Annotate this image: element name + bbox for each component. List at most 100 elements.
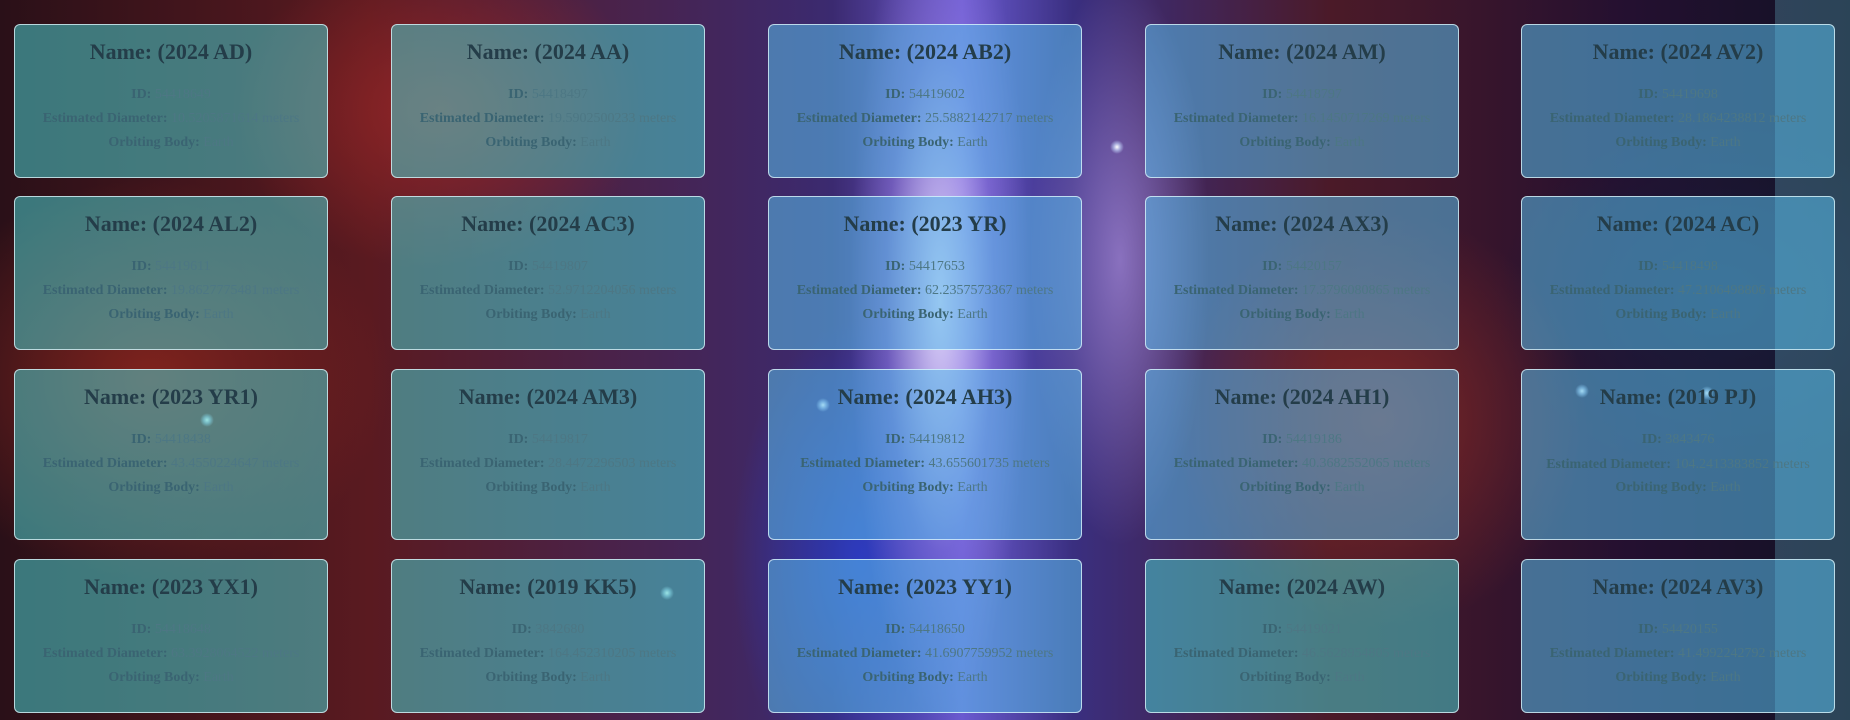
asteroid-id: ID: 54418649: [131, 87, 211, 102]
asteroid-orbiting-body: Orbiting Body: Earth: [862, 670, 988, 685]
asteroid-orbiting-body: Orbiting Body: Earth: [862, 480, 988, 495]
asteroid-name: Name: (2024 AC): [1596, 211, 1760, 236]
asteroid-diameter: Estimated Diameter: 164.452310205 meters: [419, 646, 677, 661]
asteroid-id: ID: 54419021: [1262, 622, 1342, 637]
asteroid-orbiting-body: Orbiting Body: Earth: [1615, 307, 1741, 322]
asteroid-card: Name: (2024 AH3) ID: 54419812 Estimated …: [768, 369, 1082, 540]
asteroid-diameter: Estimated Diameter: 28.4472296503 meters: [419, 456, 677, 471]
asteroid-id: ID: 54419611: [131, 259, 211, 274]
asteroid-orbiting-body: Orbiting Body: Earth: [108, 480, 234, 495]
asteroid-orbiting-body: Orbiting Body: Earth: [485, 480, 611, 495]
asteroid-name: Name: (2024 AL2): [84, 211, 258, 236]
asteroid-card: Name: (2024 AW) ID: 54419021 Estimated D…: [1145, 559, 1459, 713]
asteroid-card: Name: (2024 AV2) ID: 54419698 Estimated …: [1521, 24, 1835, 178]
asteroid-orbiting-body: Orbiting Body: Earth: [485, 135, 611, 150]
asteroid-id: ID: 54418648: [131, 622, 211, 637]
asteroid-orbiting-body: Orbiting Body: Earth: [1239, 135, 1365, 150]
asteroid-card: Name: (2023 YX1) ID: 54418648 Estimated …: [14, 559, 328, 713]
asteroid-orbiting-body: Orbiting Body: Earth: [862, 135, 988, 150]
asteroid-card: Name: (2024 AC) ID: 54418498 Estimated D…: [1521, 196, 1835, 350]
asteroid-id: ID: 54419817: [508, 432, 588, 447]
asteroid-diameter: Estimated Diameter: 43.655601735 meters: [800, 456, 1050, 471]
asteroid-orbiting-body: Orbiting Body: Earth: [862, 307, 988, 322]
asteroid-name: Name: (2019 KK5): [459, 574, 637, 599]
asteroid-name: Name: (2024 AH3): [837, 384, 1013, 409]
asteroid-orbiting-body: Orbiting Body: Earth: [108, 135, 234, 150]
asteroid-card: Name: (2023 YY1) ID: 54418650 Estimated …: [768, 559, 1082, 713]
asteroid-name: Name: (2024 AX3): [1215, 211, 1389, 236]
asteroid-card: Name: (2024 AM) ID: 54418797 Estimated D…: [1145, 24, 1459, 178]
asteroid-name: Name: (2024 AW): [1218, 574, 1386, 599]
asteroid-id: ID: 54418797: [1262, 87, 1342, 102]
asteroid-id: ID: 54419807: [508, 259, 588, 274]
asteroid-id: ID: 54419812: [885, 432, 965, 447]
asteroid-card: Name: (2024 AB2) ID: 54419602 Estimated …: [768, 24, 1082, 178]
asteroid-grid: Name: (2024 AD) ID: 54418649 Estimated D…: [0, 0, 1850, 720]
asteroid-card: Name: (2019 PJ) ID: 3843476 Estimated Di…: [1521, 369, 1835, 540]
asteroid-name: Name: (2024 AM): [1218, 39, 1386, 64]
asteroid-card: Name: (2019 KK5) ID: 3842680 Estimated D…: [391, 559, 705, 713]
asteroid-orbiting-body: Orbiting Body: Earth: [485, 670, 611, 685]
asteroid-orbiting-body: Orbiting Body: Earth: [1615, 670, 1741, 685]
asteroid-id: ID: 54418498: [1638, 259, 1718, 274]
asteroid-name: Name: (2024 AA): [466, 39, 630, 64]
asteroid-orbiting-body: Orbiting Body: Earth: [1615, 480, 1741, 495]
asteroid-name: Name: (2024 AV3): [1592, 574, 1764, 599]
asteroid-orbiting-body: Orbiting Body: Earth: [1239, 307, 1365, 322]
asteroid-name: Name: (2024 AD): [89, 39, 253, 64]
asteroid-diameter: Estimated Diameter: 41.6907759952 meters: [796, 646, 1054, 661]
asteroid-card: Name: (2024 AA) ID: 54418497 Estimated D…: [391, 24, 705, 178]
asteroid-card: Name: (2024 AV3) ID: 54420155 Estimated …: [1521, 559, 1835, 713]
asteroid-name: Name: (2024 AM3): [458, 384, 638, 409]
asteroid-orbiting-body: Orbiting Body: Earth: [485, 307, 611, 322]
asteroid-diameter: Estimated Diameter: 19.8627775481 meters: [42, 283, 300, 298]
asteroid-card: Name: (2024 AL2) ID: 54419611 Estimated …: [14, 196, 328, 350]
asteroid-name: Name: (2024 AC3): [461, 211, 635, 236]
asteroid-diameter: Estimated Diameter: 62.2357573367 meters: [796, 283, 1054, 298]
asteroid-id: ID: 54419186: [1262, 432, 1342, 447]
asteroid-orbiting-body: Orbiting Body: Earth: [108, 670, 234, 685]
asteroid-diameter: Estimated Diameter: 10.5205871614 meters: [42, 111, 300, 126]
asteroid-name: Name: (2024 AV2): [1592, 39, 1764, 64]
asteroid-diameter: Estimated Diameter: 104.2413383852 meter…: [1546, 457, 1810, 472]
asteroid-name: Name: (2023 YY1): [838, 574, 1012, 599]
asteroid-id: ID: 54420155: [1638, 622, 1718, 637]
asteroid-name: Name: (2019 PJ): [1599, 384, 1757, 409]
asteroid-id: ID: 54418497: [508, 87, 588, 102]
asteroid-name: Name: (2023 YX1): [84, 574, 258, 599]
asteroid-card: Name: (2024 AX3) ID: 54420157 Estimated …: [1145, 196, 1459, 350]
asteroid-diameter: Estimated Diameter: 63.3928064522 meters: [42, 646, 300, 661]
asteroid-card: Name: (2024 AM3) ID: 54419817 Estimated …: [391, 369, 705, 540]
asteroid-orbiting-body: Orbiting Body: Earth: [1239, 480, 1365, 495]
asteroid-diameter: Estimated Diameter: 46.5628954805 meters: [1173, 646, 1431, 661]
asteroid-orbiting-body: Orbiting Body: Earth: [1615, 135, 1741, 150]
asteroid-id: ID: 54419602: [885, 87, 965, 102]
asteroid-card: Name: (2024 AC3) ID: 54419807 Estimated …: [391, 196, 705, 350]
asteroid-diameter: Estimated Diameter: 19.5902500233 meters: [419, 111, 677, 126]
asteroid-card: Name: (2023 YR) ID: 54417653 Estimated D…: [768, 196, 1082, 350]
asteroid-card: Name: (2024 AD) ID: 54418649 Estimated D…: [14, 24, 328, 178]
asteroid-diameter: Estimated Diameter: 43.4550224647 meters: [42, 456, 300, 471]
asteroid-diameter: Estimated Diameter: 17.3796080865 meters: [1173, 283, 1431, 298]
asteroid-id: ID: 54417653: [885, 259, 965, 274]
asteroid-name: Name: (2023 YR): [843, 211, 1007, 236]
asteroid-card: Name: (2023 YR1) ID: 54418438 Estimated …: [14, 369, 328, 540]
asteroid-id: ID: 54420157: [1262, 259, 1342, 274]
asteroid-diameter: Estimated Diameter: 28.1864238812 meters: [1549, 111, 1807, 126]
asteroid-name: Name: (2023 YR1): [84, 384, 258, 409]
asteroid-card: Name: (2024 AH1) ID: 54419186 Estimated …: [1145, 369, 1459, 540]
asteroid-id: ID: 3842680: [511, 622, 585, 637]
asteroid-diameter: Estimated Diameter: 41.4992242792 meters: [1549, 646, 1807, 661]
asteroid-id: ID: 54418438: [131, 432, 211, 447]
asteroid-diameter: Estimated Diameter: 47.2106498806 meters: [1549, 283, 1807, 298]
asteroid-diameter: Estimated Diameter: 16.1450717269 meters: [1173, 111, 1431, 126]
asteroid-name: Name: (2024 AH1): [1214, 384, 1390, 409]
asteroid-id: ID: 3843476: [1641, 432, 1715, 447]
asteroid-diameter: Estimated Diameter: 52.9712204056 meters: [419, 283, 677, 298]
asteroid-diameter: Estimated Diameter: 40.3682552065 meters: [1173, 456, 1431, 471]
asteroid-orbiting-body: Orbiting Body: Earth: [1239, 670, 1365, 685]
asteroid-id: ID: 54418650: [885, 622, 965, 637]
asteroid-id: ID: 54419698: [1638, 87, 1718, 102]
asteroid-diameter: Estimated Diameter: 25.5882142717 meters: [796, 111, 1054, 126]
asteroid-name: Name: (2024 AB2): [838, 39, 1012, 64]
